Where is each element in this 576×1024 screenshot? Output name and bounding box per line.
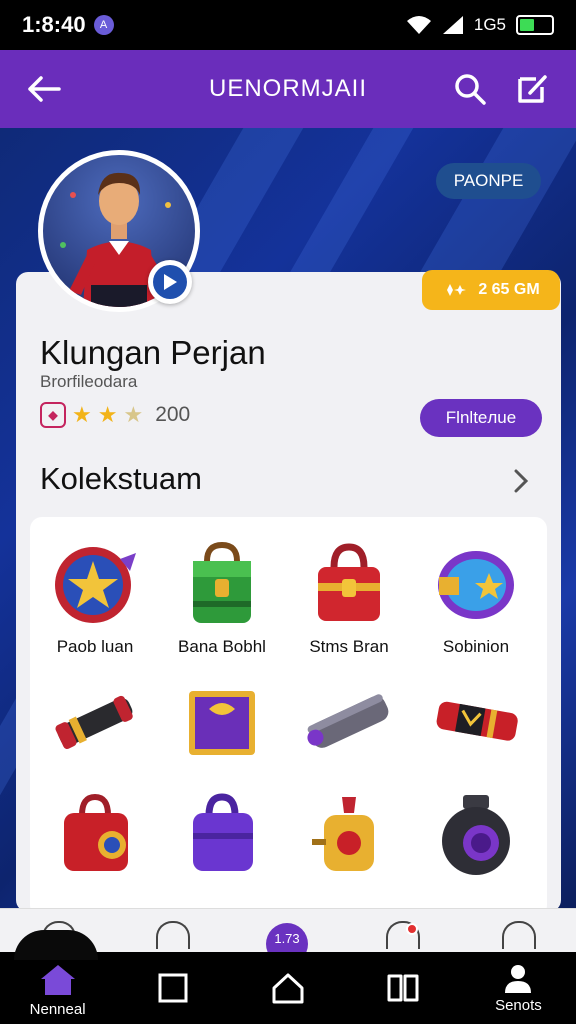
book-icon: [387, 974, 419, 1002]
status-time: 1:8:40: [22, 12, 86, 37]
home-icon: [40, 964, 75, 995]
nav-item-profile[interactable]: Senots: [461, 952, 576, 1024]
square-icon: [158, 973, 188, 1003]
collection-item-label: Stms Bran: [309, 637, 389, 656]
play-video-button[interactable]: [148, 260, 192, 304]
red-lockbox-icon: [64, 793, 128, 871]
star-icon: ★: [97, 402, 118, 427]
nav-item-home[interactable]: Nenneal: [0, 930, 115, 1024]
nav-item-label: Senots: [495, 996, 542, 1014]
search-button[interactable]: [450, 69, 490, 109]
nav-item-house[interactable]: [230, 952, 345, 1024]
purple-lockbox-icon: [193, 793, 253, 871]
player-rating: ◆ ★ ★ ★ 200: [40, 402, 190, 428]
collection-item[interactable]: [167, 789, 277, 887]
purple-drum-icon: [438, 551, 514, 619]
collection-grid: Paob luan Bana Bobhl Stms Bran Sobinion: [30, 517, 547, 917]
collection-item[interactable]: [294, 789, 404, 887]
back-button[interactable]: [24, 69, 64, 109]
shield-star-icon: [55, 547, 136, 623]
play-icon: [164, 274, 177, 290]
notification-dot: [406, 923, 418, 935]
collection-item[interactable]: Sobinion: [421, 539, 531, 657]
rating-value: 200: [155, 403, 191, 426]
back-arrow-icon: [28, 76, 61, 102]
gold-potion-icon: [312, 797, 374, 871]
green-chest-icon: [193, 541, 251, 623]
collection-see-all-button[interactable]: [506, 466, 536, 496]
collection-item-label: Sobinion: [442, 637, 510, 656]
app-bar: UENORMJAII: [0, 50, 576, 128]
edit-icon: [518, 75, 547, 103]
collection-item[interactable]: Paob luan: [40, 539, 150, 657]
collection-title: Kolekstuam: [40, 461, 202, 496]
search-icon: [455, 74, 486, 105]
profile-action-button[interactable]: Flnlteлue: [420, 399, 542, 437]
nav-ghost-icon[interactable]: [502, 921, 536, 949]
collection-item[interactable]: Bana Bobhl: [167, 539, 277, 657]
black-cannon-icon: [55, 695, 133, 749]
nav-item-square[interactable]: [115, 952, 230, 1024]
collection-item-label: Paob luan: [56, 637, 134, 656]
player-subtitle: Brorfileodara: [40, 372, 138, 391]
black-orb-icon: [442, 795, 510, 875]
signal-icon: [442, 16, 463, 34]
chevron-right-icon: [514, 469, 529, 493]
collection-item[interactable]: [294, 677, 404, 775]
status-bar: 1:8:40 A 1G5: [0, 0, 576, 50]
collection-item[interactable]: [40, 789, 150, 887]
house-outline-icon: [272, 973, 304, 1004]
person-icon: [505, 964, 532, 993]
collection-item[interactable]: [421, 677, 531, 775]
star-icon: ★: [72, 402, 92, 427]
collection-item[interactable]: Stms Bran: [294, 539, 404, 657]
coin-balance-badge[interactable]: 2 65 GM: [422, 270, 560, 310]
purple-box-icon: [189, 691, 255, 755]
network-label: 1G5: [473, 15, 506, 34]
notification-icon: A: [93, 15, 114, 35]
red-cannon-icon: [436, 701, 518, 741]
red-chest-icon: [318, 543, 380, 621]
collection-item[interactable]: [421, 789, 531, 887]
rank-icon: ◆: [40, 402, 66, 428]
edit-button[interactable]: [512, 69, 552, 109]
player-name: Klungan Perjan: [40, 334, 266, 371]
battery-icon: [516, 15, 554, 35]
coin-balance-value: 2 65 GM: [478, 281, 540, 298]
collection-item-label: Bana Bobhl: [178, 637, 266, 656]
star-half-icon: ★: [123, 402, 144, 427]
nav-item-label: Nenneal: [29, 1000, 86, 1018]
collection-item[interactable]: [40, 677, 150, 775]
bottom-navigation: Nenneal Senots: [0, 930, 576, 1024]
profile-badge-button[interactable]: PAONPE: [436, 163, 541, 199]
nav-item-book[interactable]: [346, 952, 461, 1024]
sparkle-coin-icon: [447, 284, 467, 296]
wifi-icon: [406, 16, 431, 34]
collection-item[interactable]: [167, 677, 277, 775]
nav-ghost-icon[interactable]: [156, 921, 190, 949]
steel-cannon-icon: [307, 694, 389, 748]
